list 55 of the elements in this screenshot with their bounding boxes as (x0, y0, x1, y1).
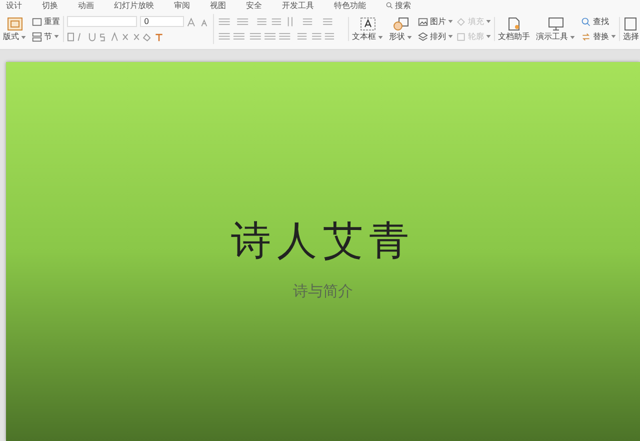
ribbon-tab[interactable]: 动画 (78, 2, 94, 10)
ribbon-tab[interactable]: 开发工具 (282, 2, 314, 10)
font-name-field[interactable] (67, 16, 137, 27)
caret-icon (570, 36, 575, 38)
arrange-button[interactable]: 排列 (418, 32, 453, 42)
picture-button[interactable]: 图片 (418, 16, 453, 26)
layout-button[interactable]: 版式 (3, 33, 26, 41)
reset-icon (32, 16, 42, 26)
ribbon-tab[interactable]: 安全 (246, 2, 262, 10)
caret-icon (486, 35, 491, 38)
search-icon (581, 16, 591, 26)
presentation-tools-button[interactable]: 演示工具 (536, 33, 575, 41)
caret-icon (407, 36, 412, 38)
text-box-icon (360, 17, 376, 31)
ribbon-tab[interactable]: 审阅 (174, 2, 190, 10)
shape-button[interactable]: 形状 (389, 33, 412, 41)
document-icon (506, 17, 522, 31)
find-button[interactable]: 查找 (581, 16, 616, 26)
caret-icon (486, 20, 491, 23)
layers-icon (418, 32, 428, 42)
select-icon (623, 17, 639, 31)
outline-square-icon (456, 32, 466, 42)
caret-icon (378, 36, 383, 38)
caret-icon (448, 20, 453, 23)
caret-icon (448, 35, 453, 38)
layout-icon (6, 17, 22, 31)
section-icon (32, 32, 42, 42)
ribbon-tab[interactable]: 视图 (210, 2, 226, 10)
picture-icon (418, 16, 428, 26)
slide-title: 诗人艾青 (231, 216, 415, 266)
replace-button[interactable]: 替换 (581, 32, 616, 42)
text-effect-icon[interactable] (154, 32, 164, 42)
select-button[interactable]: 选择 (623, 33, 639, 41)
reset-button[interactable]: 重置 (32, 16, 60, 26)
shapes-icon (392, 17, 408, 31)
caret-icon (611, 35, 616, 38)
caret-icon (21, 36, 26, 38)
search-icon (386, 2, 393, 9)
font-size-field[interactable]: 0 (140, 16, 184, 27)
slide-subtitle: 诗与简介 (293, 282, 353, 300)
section-button[interactable]: 节 (32, 32, 60, 42)
ribbon-tab[interactable]: 切换 (42, 2, 58, 10)
search-tab[interactable]: 搜索 (386, 2, 411, 10)
fill-bucket-icon (456, 16, 466, 26)
ribbon-tab[interactable]: 幻灯片放映 (114, 2, 154, 10)
replace-icon (581, 32, 591, 42)
text-box-button[interactable]: 文本框 (352, 33, 383, 41)
document-helper-button[interactable]: 文档助手 (498, 33, 530, 41)
shrink-font-icon[interactable] (200, 16, 210, 26)
grow-font-icon[interactable] (187, 16, 197, 26)
ribbon-tab[interactable]: 设计 (6, 2, 22, 10)
font-format-icons-drawing[interactable] (67, 32, 151, 42)
ribbon-tab[interactable]: 特色功能 (334, 2, 366, 10)
caret-icon (54, 35, 59, 38)
monitor-icon (548, 17, 564, 31)
